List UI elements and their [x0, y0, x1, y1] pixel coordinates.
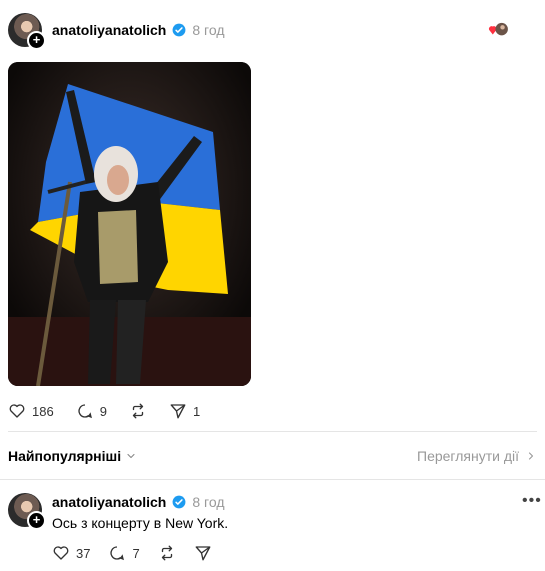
verified-badge-icon: [172, 495, 186, 509]
follow-plus-icon[interactable]: +: [27, 511, 46, 530]
reply-username[interactable]: anatoliyanatolich: [52, 494, 166, 510]
heart-icon: [9, 404, 25, 418]
reply-text: Ось з концерту в New York.: [52, 515, 229, 531]
heart-reaction-icon: [488, 22, 508, 36]
follow-plus-icon[interactable]: +: [27, 31, 46, 50]
comment-icon: [110, 546, 125, 561]
sort-dropdown[interactable]: Найпопулярніші: [8, 448, 137, 464]
reaction-avatars[interactable]: [488, 22, 510, 38]
like-count: 186: [32, 403, 54, 419]
verified-badge-icon: [172, 23, 186, 37]
sort-label: Найпопулярніші: [8, 448, 122, 464]
share-button[interactable]: 1: [169, 402, 200, 420]
post-username[interactable]: anatoliyanatolich: [52, 22, 166, 38]
post-time: 8 год: [192, 22, 225, 38]
reply-comment-count: 7: [132, 545, 140, 561]
post-header: anatoliyanatolich 8 год: [52, 22, 224, 38]
repost-button[interactable]: [158, 544, 176, 562]
heart-icon: [53, 546, 69, 560]
send-icon: [170, 404, 186, 419]
like-button[interactable]: 37: [52, 544, 90, 562]
reply-header: anatoliyanatolich 8 год: [52, 494, 224, 510]
repost-button[interactable]: [129, 402, 147, 420]
post-avatar-wrapper[interactable]: +: [8, 13, 46, 50]
view-activity-link[interactable]: Переглянути дії: [417, 448, 537, 464]
post-image[interactable]: [8, 62, 251, 386]
chevron-right-icon: [528, 452, 534, 460]
reply-avatar-wrapper[interactable]: +: [8, 493, 46, 530]
more-options-icon[interactable]: •••: [522, 493, 542, 509]
repost-icon: [132, 403, 144, 419]
like-button[interactable]: 186: [8, 402, 54, 420]
share-button[interactable]: [194, 544, 212, 562]
send-icon: [195, 546, 211, 561]
chevron-down-icon: [127, 453, 135, 459]
view-activity-label: Переглянути дії: [417, 448, 519, 464]
repost-icon: [161, 545, 172, 561]
post-actions: 186 9 1: [8, 402, 200, 420]
divider: [0, 479, 545, 480]
divider: [8, 431, 537, 432]
reply-actions: 37 7: [52, 544, 212, 562]
reply-like-count: 37: [76, 545, 91, 561]
share-count: 1: [192, 403, 201, 419]
comment-button[interactable]: 9: [76, 402, 107, 420]
comment-count: 9: [99, 403, 107, 419]
concert-photo: [8, 62, 251, 386]
comment-button[interactable]: 7: [108, 544, 140, 562]
reply-time: 8 год: [192, 494, 225, 510]
comment-icon: [78, 404, 92, 419]
